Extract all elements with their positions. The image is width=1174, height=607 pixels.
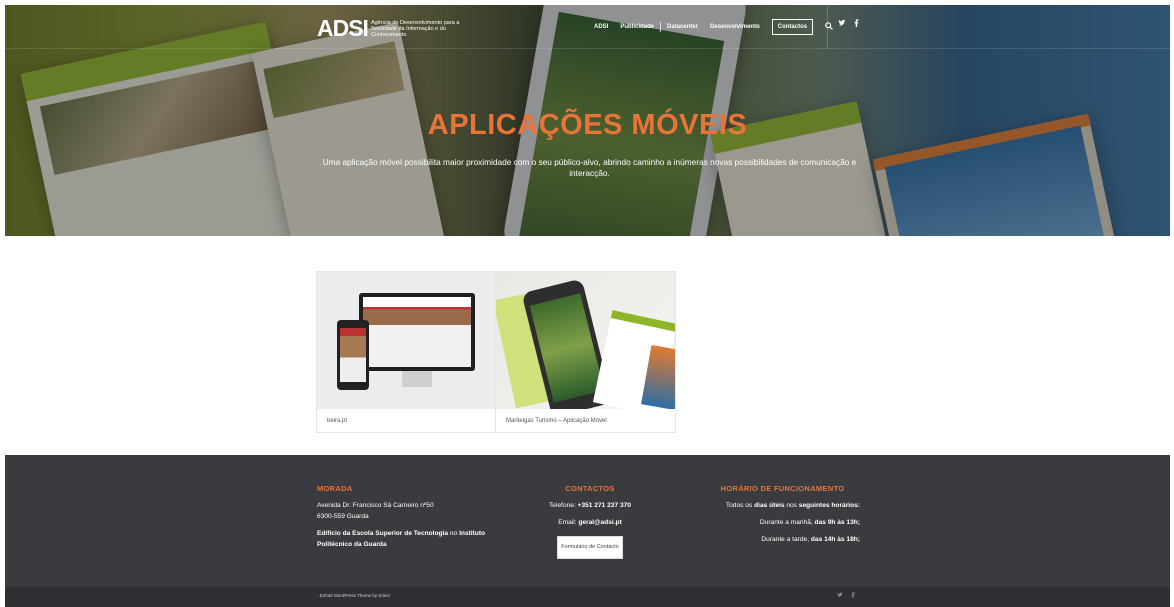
twitter-icon[interactable] — [837, 592, 843, 600]
copyright-text[interactable]: - Enfold WordPress Theme by Kriesi — [317, 593, 390, 598]
contact-phone: Telefone: +351 271 237 370 — [549, 502, 631, 509]
nav-item-adsi[interactable]: ADSI — [588, 24, 614, 30]
nav-divider — [827, 5, 828, 49]
footer-contacts: CONTACTOS Telefone: +351 271 237 370 Ema… — [535, 483, 645, 559]
portfolio-caption[interactable]: Manteigas Turismo – Aplicação Móvel — [506, 418, 607, 424]
hero-banner: ADSI Agência de Desenvolvimento para a S… — [5, 5, 1170, 236]
hours-afternoon: Durante a tarde, das 14h às 18h; — [761, 536, 860, 543]
top-navigation: ADSI Agência de Desenvolvimento para a S… — [5, 5, 1170, 49]
logo[interactable]: ADSI Agência de Desenvolvimento para a S… — [317, 15, 466, 42]
portfolio-caption[interactable]: beira.pt — [327, 418, 347, 424]
hours-morning: Durante a manhã, das 9h às 13h; — [759, 519, 860, 526]
address-line: Avenida Dr. Francisco Sá Carneiro nº50 — [317, 502, 434, 509]
social-links — [838, 19, 859, 29]
footer-hours-heading: HORÁRIO DE FUNCIONAMENTO — [720, 484, 845, 493]
portfolio-thumbnail[interactable] — [317, 272, 495, 409]
hero-title: APLICAÇÕES MÓVEIS — [427, 109, 748, 141]
address-postcode: 6300-559 Guarda — [317, 513, 369, 520]
portfolio-thumbnail[interactable] — [496, 272, 675, 409]
facebook-icon[interactable] — [851, 592, 855, 600]
nav-item-publicidade[interactable]: Publicidade — [614, 24, 660, 30]
footer-address: MORADA Avenida Dr. Francisco Sá Carneiro… — [317, 483, 487, 550]
footer-socket: - Enfold WordPress Theme by Kriesi — [5, 587, 1170, 607]
footer-hours: HORÁRIO DE FUNCIONAMENTO Todos os dias ú… — [705, 483, 860, 545]
footer-contacts-heading: CONTACTOS — [565, 484, 615, 493]
facebook-icon[interactable] — [854, 19, 859, 29]
nav-item-desenvolvimento[interactable]: Desenvolvimento — [704, 24, 766, 30]
nav-item-datacenter[interactable]: Datacenter — [661, 24, 704, 30]
hero-subtitle: Uma aplicação móvel possibilita maior pr… — [322, 157, 857, 178]
portfolio-item[interactable]: beira.pt — [316, 271, 496, 433]
contact-email: Email: geral@adsi.pt — [558, 519, 622, 526]
footer-social-links — [837, 592, 855, 600]
footer: MORADA Avenida Dr. Francisco Sá Carneiro… — [5, 455, 1170, 587]
main-menu: ADSI Publicidade Datacenter Desenvolvime… — [588, 19, 833, 35]
footer-address-heading: MORADA — [317, 484, 353, 493]
address-building: Edifício da Escola Superior de Tecnologi… — [317, 530, 486, 548]
hours-intro: Todos os dias úteis nos seguintes horári… — [725, 502, 860, 509]
portfolio-item[interactable]: Manteigas Turismo – Aplicação Móvel — [496, 271, 676, 433]
twitter-icon[interactable] — [838, 19, 846, 29]
portfolio-grid: beira.pt Manteigas Turismo – Aplicação M… — [316, 271, 678, 433]
email-link[interactable]: geral@adsi.pt — [578, 519, 621, 526]
logo-tagline: Agência de Desenvolvimento para a Socied… — [370, 19, 460, 38]
nav-item-contactos[interactable]: Contactos — [771, 19, 814, 35]
contact-form-button[interactable]: Formulário de Contacto — [557, 536, 623, 559]
logo-mark: ADSI — [317, 15, 369, 41]
